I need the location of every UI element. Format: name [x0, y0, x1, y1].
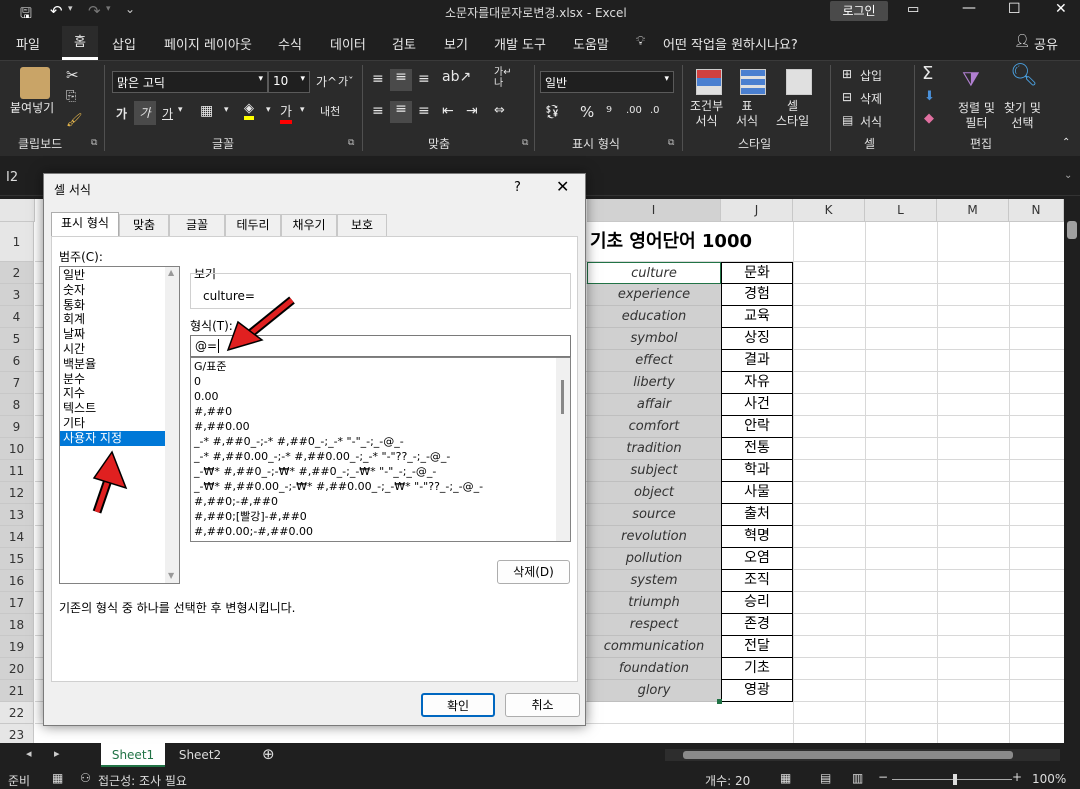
arrow-to-custom-category — [92, 450, 128, 514]
annotation-arrows — [92, 296, 295, 514]
arrow-to-type-input — [226, 296, 295, 352]
